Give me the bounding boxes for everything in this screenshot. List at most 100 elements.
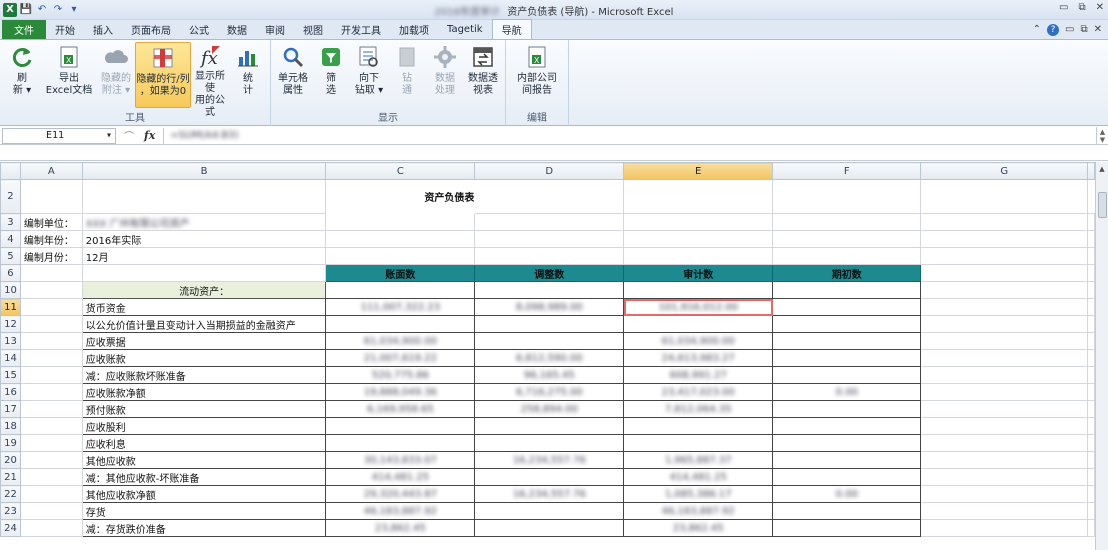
cell-E4[interactable] — [623, 230, 774, 248]
value-cell-d[interactable] — [474, 315, 625, 333]
cell-A[interactable] — [19, 468, 83, 486]
row-header[interactable]: 5 — [0, 247, 21, 265]
info-value[interactable]: 2016年实际 — [81, 230, 327, 248]
value-cell-f[interactable] — [772, 349, 922, 367]
scroll-thumb[interactable] — [1098, 192, 1107, 218]
column-header-B[interactable]: B — [81, 162, 327, 180]
value-cell-e[interactable] — [623, 315, 774, 333]
account-label[interactable]: 以公允价值计量且变动计入当期损益的金融资产 — [81, 315, 327, 333]
drill-down-button[interactable]: 向下 钻取 ▾ — [350, 42, 388, 108]
column-title-1[interactable]: 调整数 — [474, 264, 625, 282]
cell-A[interactable] — [19, 366, 83, 384]
cell-G4[interactable] — [920, 230, 1088, 248]
cell-G3[interactable] — [920, 213, 1088, 231]
info-label[interactable]: 编制年份： — [19, 230, 83, 248]
cell-C3[interactable] — [325, 213, 476, 231]
value-cell-e[interactable]: 1,085,386.17 — [623, 485, 774, 503]
row-header[interactable]: 10 — [0, 281, 21, 299]
value-cell-f[interactable] — [772, 332, 922, 350]
section-title[interactable]: 流动资产： — [81, 281, 327, 299]
column-title-0[interactable]: 账面数 — [325, 264, 476, 282]
cell-G[interactable] — [920, 315, 1088, 333]
row-header[interactable]: 17 — [0, 400, 21, 418]
cell-A[interactable] — [19, 383, 83, 401]
value-cell-d[interactable] — [474, 502, 625, 520]
value-cell-c[interactable]: 6,169,958.65 — [325, 400, 476, 418]
cell-A[interactable] — [19, 485, 83, 503]
account-label[interactable]: 应收利息 — [81, 434, 327, 452]
cell-G[interactable] — [920, 417, 1088, 435]
cancel-icon[interactable]: ⌒ — [124, 128, 134, 143]
cell-G[interactable] — [920, 519, 1088, 537]
value-cell-e[interactable]: 23,417,023.00 — [623, 383, 774, 401]
value-cell-d[interactable]: 6,812,590.00 — [474, 349, 625, 367]
value-cell-e[interactable]: 101,916,012.00 — [623, 298, 774, 316]
value-cell-d[interactable]: 16,234,557.76 — [474, 485, 625, 503]
info-value[interactable]: 12月 — [81, 247, 327, 265]
gear-button[interactable]: 数据 处理 — [426, 42, 464, 108]
cell-G[interactable] — [920, 383, 1088, 401]
cell-E2[interactable] — [474, 179, 625, 214]
value-cell-f[interactable] — [772, 400, 922, 418]
value-cell-c[interactable] — [325, 417, 476, 435]
cell-A2[interactable] — [19, 179, 83, 214]
bar-chart-button[interactable]: 统 计 — [229, 42, 267, 108]
drill-through-button[interactable]: 钻 通 — [388, 42, 426, 108]
value-cell-f[interactable] — [772, 434, 922, 452]
wb-minimize-icon[interactable]: ▭ — [1065, 24, 1074, 36]
value-cell-c[interactable]: 23,862.45 — [325, 519, 476, 537]
minimize-icon[interactable]: ▭ — [1059, 2, 1068, 13]
column-title-3[interactable]: 期初数 — [772, 264, 922, 282]
value-cell-c[interactable] — [325, 315, 476, 333]
value-cell-d[interactable] — [474, 468, 625, 486]
value-cell-c[interactable]: 19,888,049.36 — [325, 383, 476, 401]
account-label[interactable]: 减：存货跌价准备 — [81, 519, 327, 537]
value-cell-e[interactable]: 1,965,887.37 — [623, 451, 774, 469]
column-header-C[interactable]: C — [325, 162, 476, 180]
hide-rows-button[interactable]: 隐藏的行/列 ，如果为0 — [135, 42, 191, 108]
value-cell-f[interactable] — [772, 519, 922, 537]
value-cell-c[interactable]: 61,034,900.00 — [325, 332, 476, 350]
refresh-button[interactable]: 刷 新 ▾ — [3, 42, 41, 108]
row-header[interactable]: 18 — [0, 417, 21, 435]
cell-C10[interactable] — [325, 281, 476, 299]
row-header[interactable]: 15 — [0, 366, 21, 384]
row-header[interactable]: 16 — [0, 383, 21, 401]
name-box[interactable]: E11 ▾ — [2, 127, 116, 144]
row-header[interactable]: 21 — [0, 468, 21, 486]
value-cell-e[interactable]: 608,991.27 — [623, 366, 774, 384]
cell-E5[interactable] — [623, 247, 774, 265]
cell-G[interactable] — [920, 349, 1088, 367]
filter-button[interactable]: 筛 选 — [312, 42, 350, 108]
tab-7[interactable]: 视图 — [294, 20, 332, 39]
account-label[interactable]: 应收股利 — [81, 417, 327, 435]
value-cell-e[interactable] — [623, 434, 774, 452]
value-cell-c[interactable]: 414,481.25 — [325, 468, 476, 486]
value-cell-c[interactable]: 46,183,887.92 — [325, 502, 476, 520]
tab-4[interactable]: 公式 — [180, 20, 218, 39]
cell-F2[interactable] — [623, 179, 774, 214]
cell-A[interactable] — [19, 519, 83, 537]
value-cell-c[interactable]: 111,007,322.23 — [325, 298, 476, 316]
row-header[interactable]: 12 — [0, 315, 21, 333]
cell-D4[interactable] — [474, 230, 625, 248]
cell-G[interactable] — [920, 502, 1088, 520]
cell-B6[interactable] — [81, 264, 327, 282]
cell-D3[interactable] — [474, 213, 625, 231]
value-cell-d[interactable] — [474, 434, 625, 452]
wb-restore-icon[interactable]: ⧉ — [1080, 24, 1087, 36]
account-label[interactable]: 货币资金 — [81, 298, 327, 316]
column-header-E[interactable]: E — [623, 162, 774, 180]
value-cell-f[interactable] — [772, 366, 922, 384]
value-cell-c[interactable]: 520,775.86 — [325, 366, 476, 384]
row-header[interactable]: 23 — [0, 502, 21, 520]
value-cell-e[interactable]: 61,034,900.00 — [623, 332, 774, 350]
row-header[interactable]: 2 — [0, 179, 21, 214]
tab-1[interactable]: 开始 — [46, 20, 84, 39]
row-header[interactable]: 13 — [0, 332, 21, 350]
cell-D5[interactable] — [474, 247, 625, 265]
cell-C4[interactable] — [325, 230, 476, 248]
cell-G[interactable] — [920, 468, 1088, 486]
value-cell-f[interactable] — [772, 451, 922, 469]
value-cell-c[interactable]: 29,320,443.87 — [325, 485, 476, 503]
